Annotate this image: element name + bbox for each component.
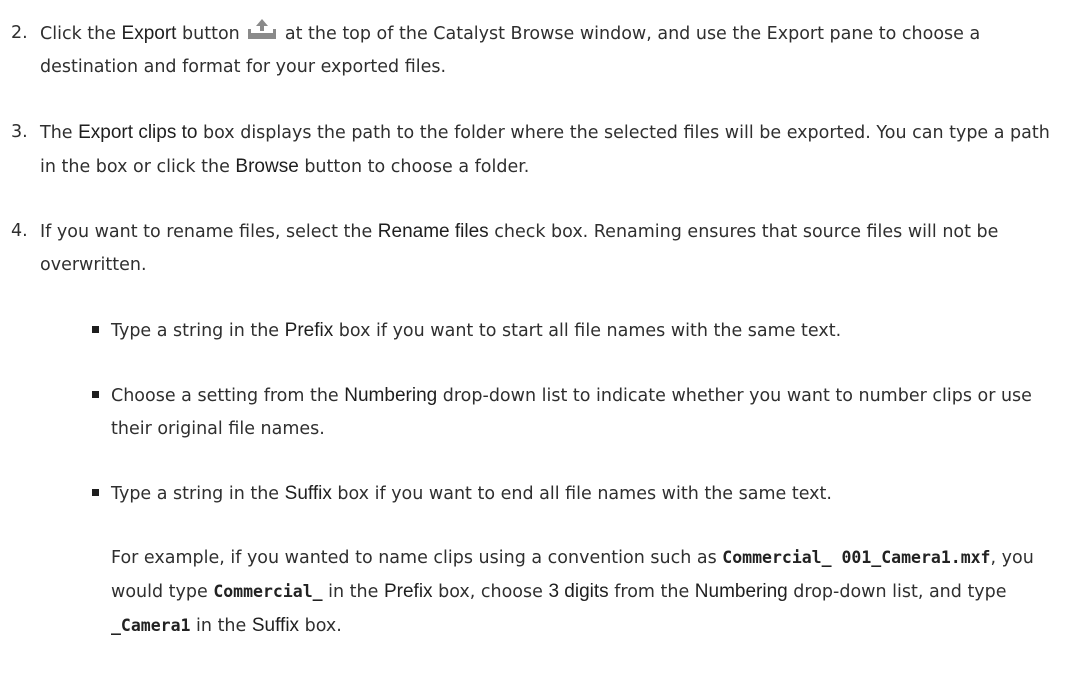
ui-term-numbering: Numbering — [694, 581, 788, 602]
text-run: If you want to rename files, select the — [40, 222, 378, 242]
text-run: Choose a setting from the — [111, 386, 345, 406]
text-run: For example, if you wanted to name clips… — [111, 548, 723, 568]
bullet-text: Type a string in the Suffix box if you w… — [111, 477, 1067, 511]
ui-term-prefix: Prefix — [383, 581, 433, 602]
bullet-square-icon — [92, 489, 99, 496]
ui-term-suffix: Suffix — [284, 483, 332, 504]
step-number: 2. — [11, 23, 28, 43]
text-run: in the — [190, 616, 252, 636]
bullet-text: Choose a setting from the Numbering drop… — [111, 379, 1067, 446]
bullet-text: Type a string in the Prefix box if you w… — [111, 314, 1067, 348]
bullet-square-icon — [92, 391, 99, 398]
ui-term-suffix: Suffix — [251, 615, 300, 636]
text-run: The — [40, 123, 79, 143]
bullet-square-icon — [92, 326, 99, 333]
text-run: drop-down list, and type — [787, 582, 1007, 602]
step-number: 3. — [11, 122, 28, 142]
export-icon — [247, 18, 277, 40]
text-run: box if you want to start all file names … — [333, 321, 842, 341]
ui-term-browse: Browse — [235, 156, 299, 177]
text-run: in the — [322, 582, 384, 602]
text-run: Type a string in the — [111, 321, 285, 341]
code-suffix-value: _Camera1 — [111, 616, 191, 635]
code-prefix-value: Commercial_ — [213, 582, 323, 601]
text-run: Type a string in the — [111, 484, 285, 504]
step-text: The Export clips to box displays the pat… — [40, 116, 1067, 184]
step-text: Click the Export button at the top of th… — [40, 17, 1067, 84]
text-run: Click the — [40, 24, 122, 44]
step-text: If you want to rename files, select the … — [40, 215, 1067, 282]
example-paragraph: For example, if you wanted to name clips… — [111, 541, 1067, 643]
text-run: box, choose — [432, 582, 549, 602]
text-run: box if you want to end all file names wi… — [331, 484, 832, 504]
ui-term-rename-files: Rename files — [377, 221, 489, 242]
text-run: from the — [608, 582, 695, 602]
ui-term-numbering: Numbering — [344, 385, 438, 406]
text-run: button to choose a folder. — [298, 157, 530, 177]
ui-term-export-clips-to: Export clips to — [78, 122, 198, 143]
step-number: 4. — [11, 221, 28, 241]
ui-term-prefix: Prefix — [284, 320, 334, 341]
ui-term-export: Export — [121, 23, 177, 44]
text-run: button — [176, 24, 246, 44]
text-run: box. — [299, 616, 342, 636]
document-page: 2. Click the Export button at the top of… — [0, 0, 1075, 679]
code-filename: Commercial_ 001_Camera1.mxf — [722, 548, 991, 567]
ui-term-3-digits: 3 digits — [548, 581, 609, 602]
